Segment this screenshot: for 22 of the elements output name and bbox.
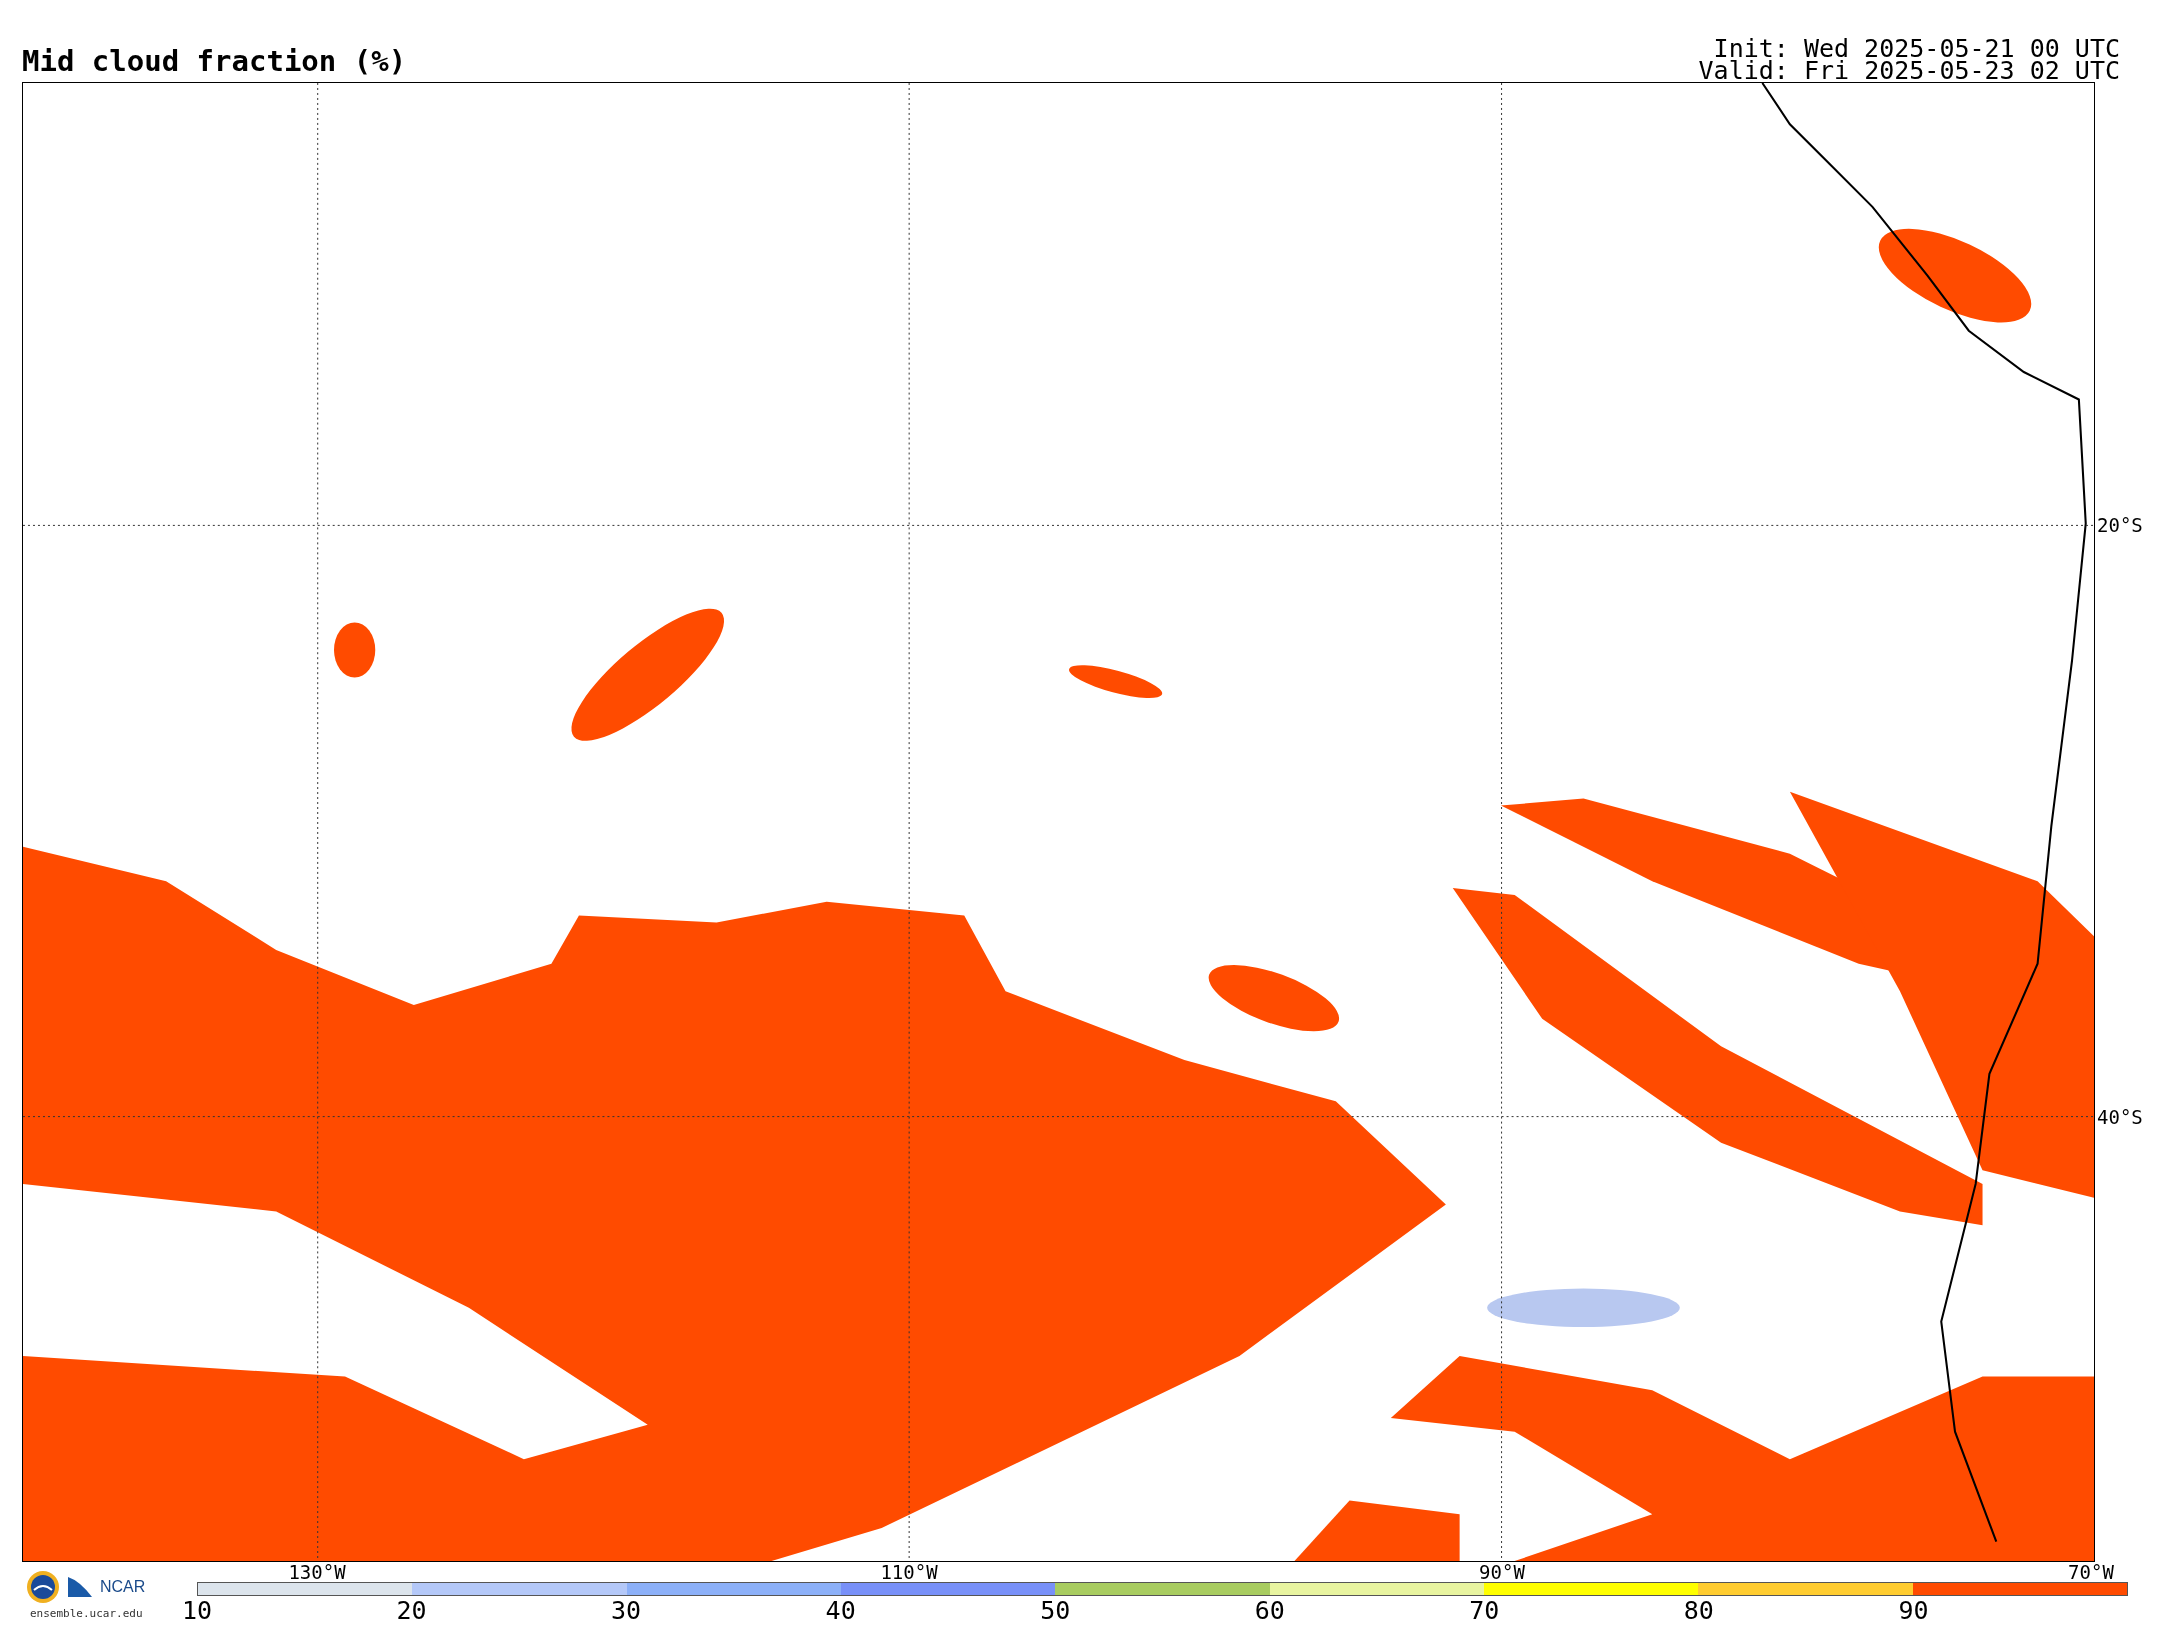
latitude-label: 20°S: [2097, 516, 2143, 535]
latitude-label: 40°S: [2097, 1108, 2143, 1127]
site-url: ensemble.ucar.edu: [30, 1606, 143, 1622]
color-bar-label: 10: [181, 1598, 213, 1623]
color-bar-label: 50: [1040, 1598, 1071, 1623]
longitude-label: 90°W: [1479, 1563, 1525, 1582]
valid-time: Valid: Fri 2025-05-23 02 UTC: [1698, 60, 2120, 82]
color-bar-label: 90: [1898, 1598, 1929, 1623]
color-bar-label: 20: [396, 1598, 427, 1623]
color-bar-label: 60: [1254, 1598, 1285, 1623]
logo-icon: [68, 1577, 92, 1597]
color-bar-label: 80: [1683, 1598, 1714, 1623]
color-bar-label: 70: [1469, 1598, 1500, 1623]
longitude-label: 110°W: [880, 1563, 938, 1582]
color-bar-label: 30: [611, 1598, 642, 1623]
longitude-label: 130°W: [288, 1563, 346, 1582]
seal-icon: [26, 1570, 60, 1604]
color-bar-label: 40: [825, 1598, 856, 1623]
longitude-label: 70°W: [2068, 1563, 2114, 1582]
init-time: Init: Wed 2025-05-21 00 UTC: [1713, 38, 2120, 60]
logo-text: NCAR: [100, 1579, 146, 1595]
chart-title: Mid cloud fraction (%): [22, 47, 407, 76]
